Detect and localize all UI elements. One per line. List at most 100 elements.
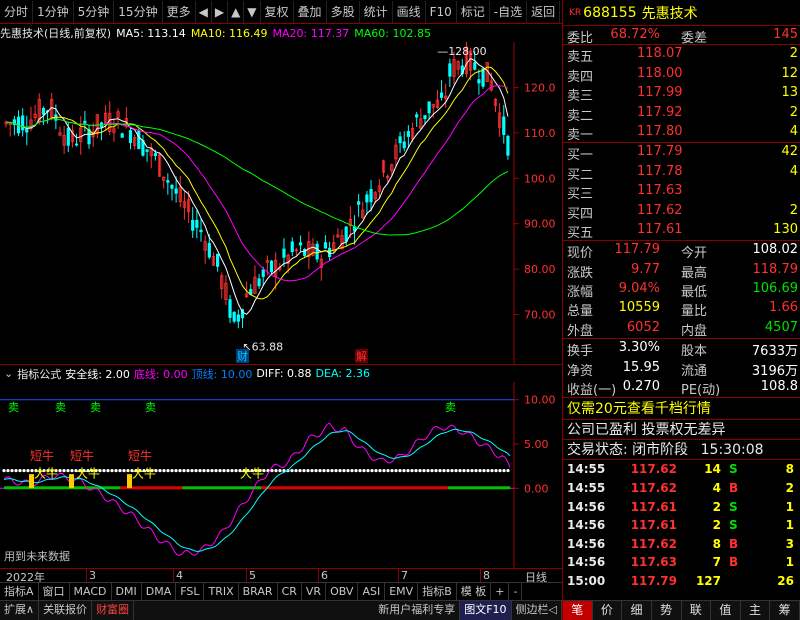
bid-row[interactable]: 买四 117.62 2	[563, 202, 800, 222]
indicator-tab-item-14[interactable]: 模 板	[457, 583, 492, 601]
chevron-down-icon[interactable]: ▼	[244, 0, 261, 23]
tick-price: 117.61	[630, 518, 677, 533]
indicator-tab-item-15[interactable]: +	[491, 583, 510, 601]
toolbar-action-8[interactable]: 返回	[527, 0, 561, 23]
indicator-tab-dmi-3[interactable]: DMI	[112, 583, 142, 601]
indicator-tab-brar-7[interactable]: BRAR	[239, 583, 278, 601]
future-data-note: 用到未来数据	[4, 549, 70, 563]
bottom-right-tab-1[interactable]: 图文F10	[460, 601, 512, 620]
tick-row: 14:56 117.62 8 B 3	[563, 535, 800, 554]
ask-book: 卖五 118.07 2 卖四 118.00 12 卖三 117.99 13 卖二 117.92 2 卖一…	[563, 45, 800, 144]
toolbar-action-0[interactable]: 复权	[261, 0, 294, 23]
bottom-tab-1[interactable]: 关联报价	[39, 601, 93, 620]
book-label: 买二	[567, 167, 594, 183]
date-label-5: 7	[398, 569, 408, 582]
signal-strip	[244, 486, 250, 490]
indicator-tab-dma-4[interactable]: DMA	[142, 583, 177, 601]
bid-row[interactable]: 买二 117.78 4	[563, 163, 800, 183]
tick-row: 15:00 117.79 127 26	[563, 572, 800, 591]
panel-tab-3[interactable]: 势	[652, 601, 682, 620]
bid-row[interactable]: 买一 117.79 42	[563, 143, 800, 163]
toolbar-item-0[interactable]: 分时	[0, 0, 34, 23]
candle-body	[228, 299, 232, 318]
candle-body	[473, 62, 477, 70]
toolbar-item-2[interactable]: 5分钟	[74, 0, 115, 23]
chevron-up-icon[interactable]: ▲	[228, 0, 245, 23]
toolbar-action-6[interactable]: 标记	[457, 0, 490, 23]
signal-strip	[356, 486, 361, 490]
safety-dot	[342, 468, 346, 473]
bid-row[interactable]: 买五 117.61 130	[563, 221, 800, 241]
ask-row[interactable]: 卖二 117.92 2	[563, 104, 800, 124]
bottom-tab-0[interactable]: 扩展∧	[0, 601, 40, 620]
tick-row: 14:56 117.63 7 B 1	[563, 553, 800, 572]
signal-strip	[476, 486, 482, 490]
tick-side: B	[729, 536, 739, 551]
bottom-right-tab-0[interactable]: 新用户福利专享	[374, 601, 461, 620]
safety-dot	[10, 468, 14, 473]
fin-row: 收益(一) 0.270 PE(动) 108.8	[563, 378, 800, 398]
bottom-right-tab-2[interactable]: 侧边栏◁	[512, 601, 562, 620]
indicator-tab-b-13[interactable]: 指标B	[418, 583, 457, 601]
toolbar-item-3[interactable]: 15分钟	[114, 0, 163, 23]
indicator-tab-vr-9[interactable]: VR	[302, 583, 327, 601]
panel-tab-7[interactable]: 筹	[770, 601, 800, 620]
indicator-tab-a-0[interactable]: 指标A	[0, 583, 39, 601]
indicator-tab-trix-6[interactable]: TRIX	[204, 583, 239, 601]
chevron-left-icon[interactable]: ◀	[196, 0, 212, 23]
ask-row[interactable]: 卖五 118.07 2	[563, 45, 800, 65]
indicator-tab-macd-2[interactable]: MACD	[70, 583, 112, 601]
toolbar-action-1[interactable]: 叠加	[294, 0, 327, 23]
panel-tab-6[interactable]: 主	[741, 601, 771, 620]
toolbar-action-3[interactable]: 统计	[360, 0, 393, 23]
indicator-tab-cr-8[interactable]: CR	[278, 583, 302, 601]
tick-list[interactable]: 14:55 117.62 14 S 8 14:55 117.62 4 B 2 14:56 117.61…	[563, 460, 800, 590]
indicator-tab-emv-12[interactable]: EMV	[385, 583, 419, 601]
chevron-right-icon[interactable]: ▶	[212, 0, 229, 23]
candle-body	[199, 229, 203, 233]
ask-row[interactable]: 卖一 117.80 4	[563, 123, 800, 143]
signal-strip	[447, 486, 453, 490]
indicator-name[interactable]: 指标公式	[17, 366, 61, 382]
toolbar-item-4[interactable]: 更多	[163, 0, 196, 23]
indicator-tab-item-1[interactable]: 窗口	[39, 583, 70, 601]
toolbar-action-7[interactable]: -自选	[490, 0, 528, 23]
ask-row[interactable]: 卖三 117.99 13	[563, 84, 800, 104]
promo-banner[interactable]: 仅需20元查看千档行情	[563, 398, 800, 421]
panel-tab-1[interactable]: 价	[593, 601, 623, 620]
toolbar-action-2[interactable]: 多股	[327, 0, 360, 23]
sell-signal: 卖	[145, 401, 156, 414]
safety-dot	[438, 468, 442, 473]
fin-label: 净资	[567, 363, 594, 379]
indicator-tab-obv-10[interactable]: OBV	[326, 583, 359, 601]
panel-tab-4[interactable]: 联	[682, 601, 712, 620]
bottom-tab-2[interactable]: 财富圈	[92, 601, 135, 620]
safety-dot	[206, 468, 210, 473]
ask-row[interactable]: 卖四 118.00 12	[563, 65, 800, 85]
kline-chart[interactable]: 120.0110.0100.090.0080.0070.00—128.00↖63…	[0, 42, 562, 364]
signal-strip	[115, 486, 121, 490]
toolbar-item-1[interactable]: 1分钟	[33, 0, 74, 23]
signal-strip	[310, 486, 316, 490]
book-volume: 4	[789, 163, 798, 179]
indicator-tab-asi-11[interactable]: ASI	[358, 583, 386, 601]
tick-time: 15:00	[567, 573, 606, 588]
safety-dot	[218, 468, 222, 473]
indicator-chart[interactable]: 10.00 5.00 0.00 卖 卖 卖 卖 卖短牛 短牛 短牛大牛 大牛 大牛 大牛用到未来数据	[0, 382, 562, 568]
signal-strip	[373, 486, 378, 490]
toolbar-action-5[interactable]: F10	[426, 0, 457, 23]
chevron-down-icon[interactable]: ⌄	[4, 367, 13, 380]
safety-dot	[222, 468, 226, 473]
financial-stats: 换手 3.30% 股本 7633万 净资 15.95 流通 3196万 收益(一) 0.270 PE…	[563, 339, 800, 399]
signal-strip	[377, 486, 382, 490]
panel-tab-5[interactable]: 值	[711, 601, 741, 620]
status-time: 15:30:08	[700, 442, 764, 459]
indicator-tab-item-16[interactable]: -	[509, 583, 523, 601]
bid-row[interactable]: 买三 117.63	[563, 182, 800, 202]
panel-tab-2[interactable]: 细	[622, 601, 652, 620]
indicator-tab-fsl-5[interactable]: FSL	[176, 583, 205, 601]
panel-tab-0[interactable]: 笔	[563, 601, 593, 620]
toolbar-action-4[interactable]: 画线	[393, 0, 426, 23]
indicator-tick-label: 0.00	[524, 482, 549, 495]
indicator-value-4: DEA: 2.36	[315, 367, 370, 380]
